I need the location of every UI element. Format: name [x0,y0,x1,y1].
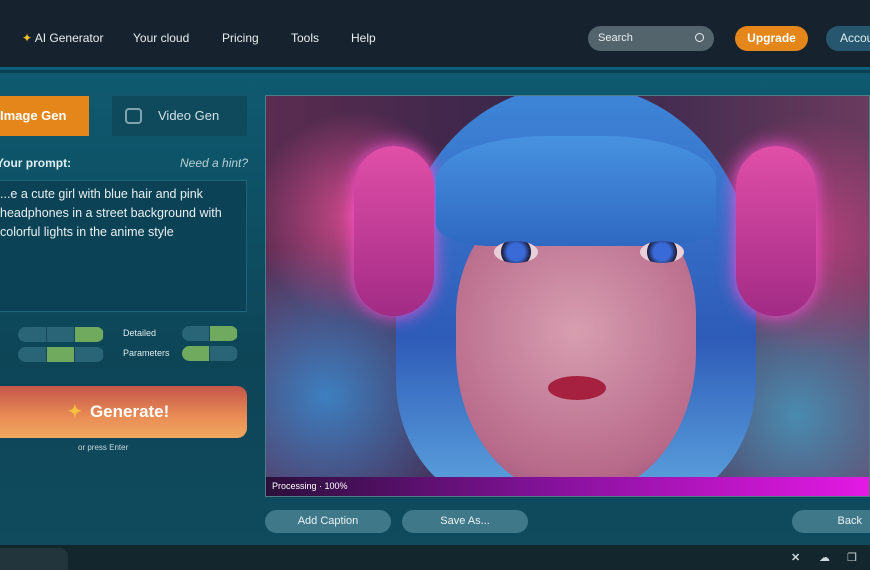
tab-image-gen[interactable]: Image Gen [0,96,89,136]
image-lips [548,376,606,400]
nav-logo-label: AI Generator [34,31,104,45]
nav-your-cloud[interactable]: Your cloud [133,31,189,45]
prompt-textarea[interactable]: ...e a cute girl with blue hair and pink… [0,180,247,312]
prompt-label: Your prompt: [0,156,72,170]
tab-video-gen-label: Video Gen [158,108,220,123]
option-toggle-2[interactable] [18,347,104,362]
search-icon[interactable] [695,33,704,42]
close-icon[interactable]: ✕ [791,551,800,564]
copy-icon[interactable]: ❐ [847,551,857,564]
sparkle-icon: ✦ [67,402,82,421]
tab-video-gen[interactable]: Video Gen [112,96,247,136]
top-nav-bar: ✦ AI Generator Your cloud Pricing Tools … [0,0,870,70]
progress-bar: Processing · 100% [266,477,869,496]
nav-help[interactable]: Help [351,31,376,45]
option-label-detailed: Detailed [123,328,157,338]
detailed-toggle[interactable] [182,326,238,341]
generate-button[interactable]: ✦ Generate! [0,386,247,438]
save-as-button[interactable]: Save As... [402,510,528,533]
nav-pricing[interactable]: Pricing [222,31,259,45]
video-icon [125,108,142,124]
generate-hint: or press Enter [78,443,129,452]
spark-icon: ✦ [22,31,33,45]
image-eye-right [640,241,684,263]
search-input[interactable]: Search [588,26,714,51]
image-headphone-right [736,146,816,316]
progress-status: Processing · 100% [272,481,348,491]
generate-label: Generate! [89,402,170,421]
parameters-toggle[interactable] [182,346,238,361]
generated-image-preview[interactable]: Processing · 100% [265,95,870,497]
option-label-parameters: Parameters [123,348,170,358]
bottom-tab[interactable] [0,548,68,570]
prompt-hint-link[interactable]: Need a hint? [180,156,248,170]
nav-tools[interactable]: Tools [291,31,319,45]
option-toggle-1[interactable] [18,327,104,342]
back-button[interactable]: Back [792,510,870,533]
account-button[interactable]: Account [826,26,870,51]
nav-logo[interactable]: ✦ AI Generator [22,31,103,45]
image-bangs [436,136,716,246]
cloud-icon[interactable]: ☁ [819,551,830,564]
search-placeholder: Search [598,32,633,44]
bottom-bar [0,545,870,570]
upgrade-button[interactable]: Upgrade [735,26,808,51]
add-caption-button[interactable]: Add Caption [265,510,391,533]
image-eye-left [494,241,538,263]
image-headphone-left [354,146,434,316]
